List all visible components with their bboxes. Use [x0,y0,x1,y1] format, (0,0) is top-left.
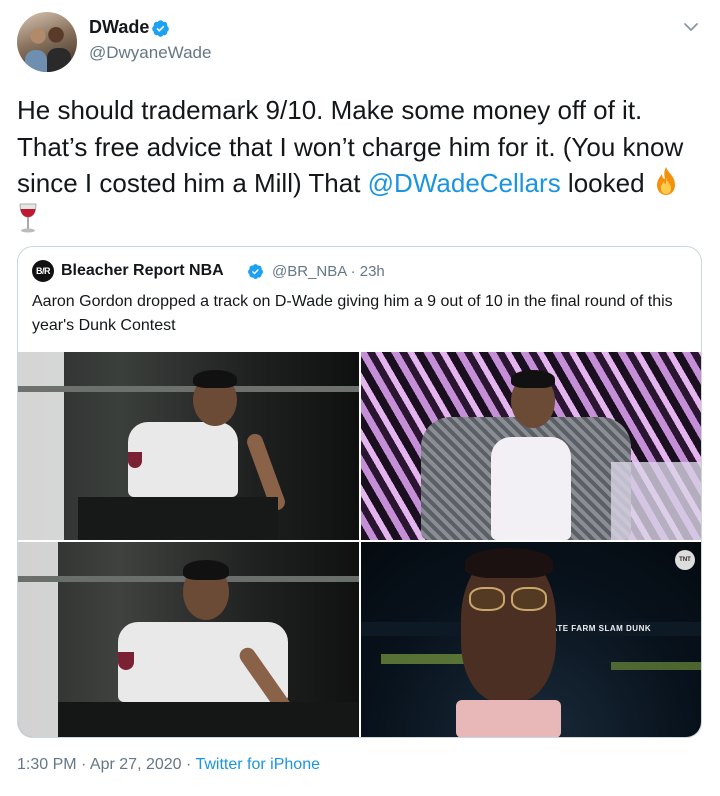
window-panel [18,542,58,737]
figure-legs [58,702,358,737]
author-avatar[interactable] [17,12,77,72]
tweet: DWade @DwyaneWade He should trademark 9/… [0,0,720,796]
media-grid: STATE FARM SLAM DUNK TNT [18,352,701,737]
avatar-figure-left [25,50,47,72]
quoted-text: Aaron Gordon dropped a track on D-Wade g… [32,293,673,334]
quoted-display-name[interactable]: Bleacher Report NBA [61,262,224,280]
author-display-name[interactable]: DWade [89,17,149,38]
source-link[interactable]: Twitter for iPhone [195,756,320,773]
quoted-tweet-card[interactable]: B/R Bleacher Report NBA @BR_NBA · 23h Aa… [17,246,702,738]
avatar-figure-right [47,48,71,72]
railing [18,386,359,392]
window-panel [18,352,64,540]
couch [611,462,701,540]
video-still-zebra-wall[interactable] [361,352,701,540]
mention-link[interactable]: @DWadeCellars [368,168,561,198]
video-still-balcony-2[interactable] [18,542,359,737]
author-handle[interactable]: @DwyaneWade [89,43,211,63]
glasses-right [511,587,547,611]
figure-legs [78,497,278,540]
figure-shirt [491,437,571,540]
figure-shirt [128,422,238,497]
figure-hair [193,370,237,388]
video-still-broadcast[interactable]: STATE FARM SLAM DUNK TNT [361,542,701,737]
arena-lights [611,662,701,670]
tweet-meta: 1:30 PM · Apr 27, 2020 · Twitter for iPh… [17,756,320,774]
chevron-down-icon[interactable] [681,17,701,37]
broadcast-ticker: STATE FARM SLAM DUNK [541,624,652,633]
glasses-left [469,587,505,611]
tweet-text: He should trademark 9/10. Make some mone… [17,92,707,239]
video-still-balcony[interactable] [18,352,359,540]
wine-glass-icon [118,652,134,670]
verified-badge-icon [248,264,263,279]
tnt-logo: TNT [675,550,695,570]
fire-icon [656,167,675,195]
quoted-handle-time[interactable]: @BR_NBA · 23h [272,263,385,280]
turtleneck [456,700,561,737]
verified-badge-icon [152,20,169,37]
quoted-avatar[interactable]: B/R [32,260,54,282]
timestamp[interactable]: 1:30 PM · Apr 27, 2020 · [17,756,195,773]
tweet-text-part2: looked [560,168,652,198]
wine-glass-icon [19,203,37,232]
figure-hair [183,560,229,580]
figure-hair [465,548,553,578]
wine-glass-icon [128,452,142,468]
figure-hair [511,370,555,388]
